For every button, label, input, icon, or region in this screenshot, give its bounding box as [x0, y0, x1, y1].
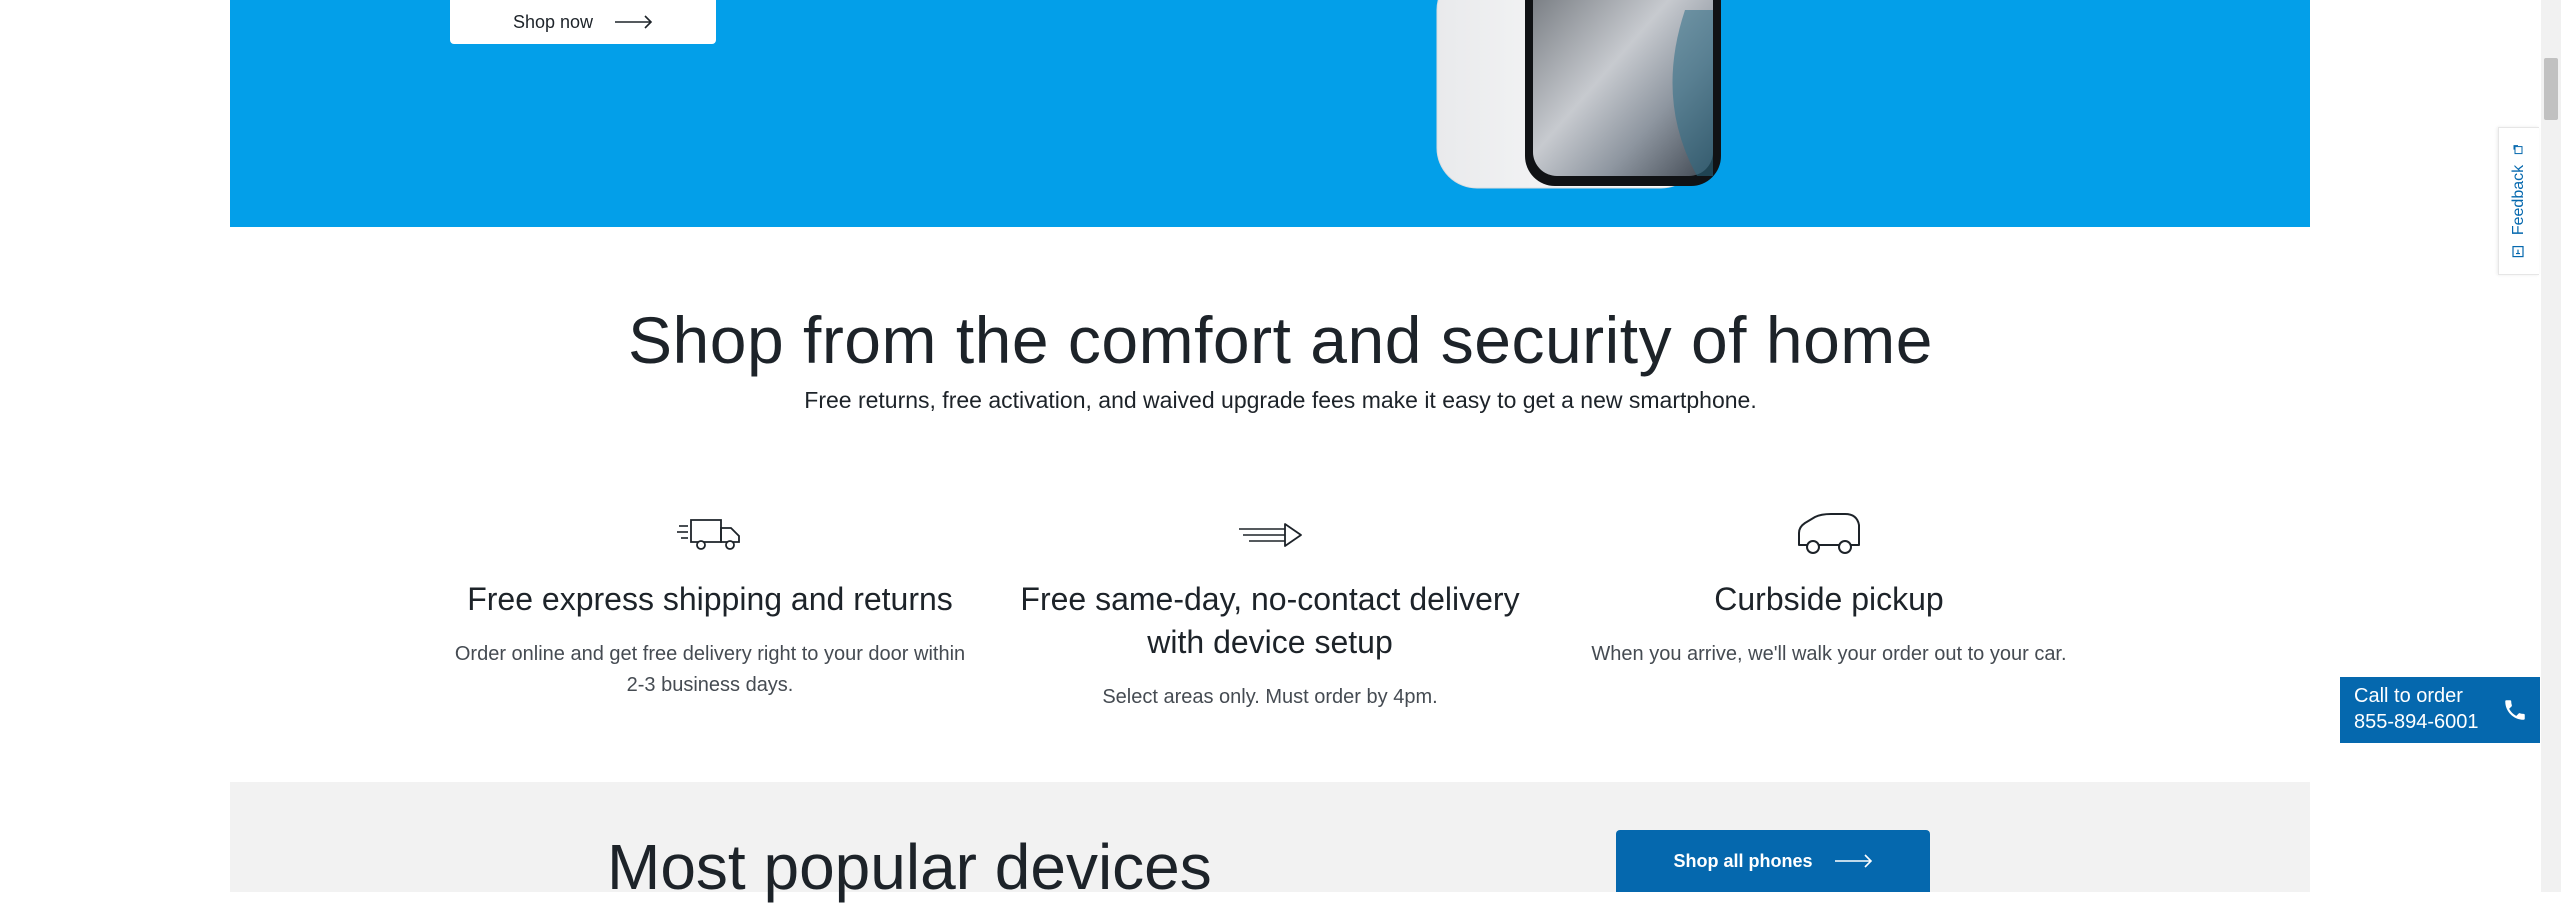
feature-same-day: Free same-day, no-contact delivery with …	[1000, 510, 1540, 713]
feature-description: Order online and get free delivery right…	[454, 643, 966, 696]
shop-now-button[interactable]: Shop now	[450, 0, 716, 44]
call-label: Call to order	[2354, 685, 2463, 707]
hero-banner: Shop now	[230, 0, 2310, 227]
feature-curbside: Curbside pickup When you arrive, we'll w…	[1559, 510, 2099, 670]
call-to-order-button[interactable]: Call to order 855-894-6001	[2340, 677, 2540, 743]
feedback-tab[interactable]: Feedback	[2498, 127, 2539, 275]
feedback-text: Feedback	[2510, 164, 2527, 236]
feature-title: Free same-day, no-contact delivery with …	[1020, 581, 1520, 660]
feature-description: Select areas only. Must order by 4pm.	[1102, 686, 1438, 708]
vertical-scrollbar[interactable]	[2541, 0, 2561, 892]
shop-all-phones-button[interactable]: Shop all phones	[1616, 830, 1930, 892]
shop-now-label: Shop now	[512, 11, 594, 32]
arrow-right-icon	[1834, 854, 1872, 868]
smartphone-image	[1436, 0, 1721, 189]
call-number: 855-894-6001	[2354, 711, 2479, 733]
shop-all-label: Shop all phones	[1673, 850, 1813, 871]
feedback-icon	[2512, 245, 2524, 258]
car-icon	[1798, 513, 1860, 554]
feature-description: When you arrive, we'll walk your order o…	[1591, 643, 2067, 665]
section-title: Shop from the comfort and security of ho…	[628, 303, 1933, 377]
feature-title: Free express shipping and returns	[467, 581, 953, 617]
external-link-icon	[2513, 144, 2523, 154]
feature-title: Curbside pickup	[1714, 581, 1944, 617]
scrollbar-thumb[interactable]	[2544, 58, 2558, 120]
section-subtitle: Free returns, free activation, and waive…	[804, 387, 1757, 413]
popular-devices-section: Most popular devices Shop all phones	[230, 782, 2310, 903]
feedback-label: Feedback	[2510, 144, 2528, 258]
feature-shipping: Free express shipping and returns Order …	[440, 510, 980, 701]
phone-icon	[2505, 700, 2525, 720]
delivery-truck-icon	[677, 519, 740, 550]
fast-arrow-icon	[1239, 523, 1302, 547]
popular-title: Most popular devices	[607, 831, 1212, 903]
arrow-right-icon	[615, 15, 653, 29]
